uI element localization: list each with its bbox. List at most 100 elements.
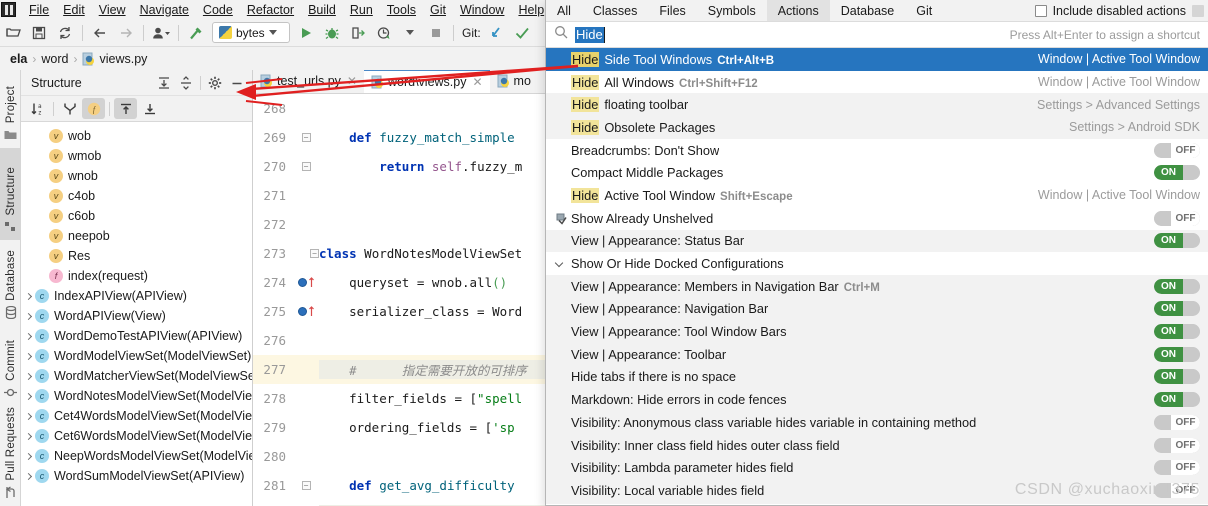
tab-all[interactable]: All <box>546 0 582 21</box>
gutter-marker[interactable]: − <box>293 162 319 171</box>
show-imports-icon[interactable] <box>138 98 161 119</box>
close-icon[interactable]: ✕ <box>472 75 482 89</box>
menu-item-run[interactable]: Run <box>343 3 380 17</box>
tree-item[interactable]: c WordModelViewSet(ModelViewSet) <box>21 346 252 366</box>
profile-icon[interactable] <box>148 21 174 45</box>
tree-item[interactable]: v wmob <box>21 146 252 166</box>
search-input[interactable]: Hide <box>575 26 605 43</box>
tree-item[interactable]: c WordAPIView(View) <box>21 306 252 326</box>
menu-item-build[interactable]: Build <box>301 3 343 17</box>
result-row[interactable]: Hide All Windows Ctrl+Shift+F12 Window |… <box>546 71 1208 94</box>
build-hammer-icon[interactable] <box>183 21 209 45</box>
structure-tree[interactable]: v wob v wmob v wnob v c4ob v c6ob v neepob v Re… <box>21 122 252 506</box>
chevron-right-icon[interactable] <box>21 434 35 439</box>
sort-alphabetically-icon[interactable]: az <box>26 98 49 119</box>
gutter-marker[interactable]: − <box>293 133 319 142</box>
menu-item-git[interactable]: Git <box>423 3 453 17</box>
result-row[interactable]: View | Appearance: Members in Navigation… <box>546 274 1208 298</box>
chevron-right-icon[interactable] <box>21 294 35 299</box>
menu-item-view[interactable]: View <box>92 3 133 17</box>
result-row[interactable]: Visibility: Inner class field hides oute… <box>546 433 1208 457</box>
breakpoint-icon[interactable] <box>298 307 307 316</box>
search-everywhere-search-row[interactable]: Hide Press Alt+Enter to assign a shortcu… <box>546 22 1208 48</box>
tree-item[interactable]: v c4ob <box>21 186 252 206</box>
search-results-list[interactable]: Hide Side Tool Windows Ctrl+Alt+B Window… <box>546 48 1208 504</box>
commit-checkmark-icon[interactable] <box>509 21 535 45</box>
run-play-icon[interactable] <box>293 21 319 45</box>
toggle-switch[interactable]: ON <box>1154 346 1200 362</box>
chevron-right-icon[interactable] <box>21 374 35 379</box>
show-inherited-icon[interactable] <box>114 98 137 119</box>
toggle-switch[interactable]: ON <box>1154 301 1200 317</box>
open-folder-icon[interactable] <box>0 21 26 45</box>
menu-item-navigate[interactable]: Navigate <box>133 3 196 17</box>
menu-item-code[interactable]: Code <box>196 3 240 17</box>
save-icon[interactable] <box>26 21 52 45</box>
tree-item[interactable]: v neepob <box>21 226 252 246</box>
editor-tab-mo[interactable]: mo <box>490 70 538 93</box>
tree-item[interactable]: c IndexAPIView(APIView) <box>21 286 252 306</box>
result-row[interactable]: Breadcrumbs: Don't Show OFF <box>546 139 1208 162</box>
gutter-marker[interactable]: − <box>293 481 319 490</box>
chevron-right-icon[interactable] <box>21 454 35 459</box>
coverage-dropdown-icon[interactable] <box>397 21 423 45</box>
editor-tab-word-views[interactable]: word\views.py ✕ <box>363 70 490 93</box>
sidebar-item-database[interactable]: Database <box>0 240 21 326</box>
result-row[interactable]: View | Appearance: Status Bar ON <box>546 229 1208 253</box>
toggle-switch[interactable]: OFF <box>1154 414 1200 430</box>
fold-icon[interactable]: − <box>301 133 311 142</box>
gutter-marker[interactable] <box>293 277 319 288</box>
chevron-right-icon[interactable] <box>21 474 35 479</box>
gear-icon[interactable] <box>204 72 226 94</box>
toggle-switch[interactable]: ON <box>1154 278 1200 294</box>
breakpoint-icon[interactable] <box>298 278 307 287</box>
tree-item[interactable]: c WordDemoTestAPIView(APIView) <box>21 326 252 346</box>
include-disabled-actions-checkbox[interactable] <box>1034 4 1047 17</box>
result-row[interactable]: Hide tabs if there is no space ON <box>546 365 1208 389</box>
toggle-switch[interactable]: ON <box>1154 165 1200 181</box>
result-row[interactable]: Visibility: Anonymous class variable hid… <box>546 411 1208 434</box>
tree-item[interactable]: c WordSumModelViewSet(APIView) <box>21 466 252 486</box>
tree-item[interactable]: c WordMatcherViewSet(ModelViewSet) <box>21 366 252 386</box>
toggle-switch[interactable]: ON <box>1154 392 1200 408</box>
show-fields-icon[interactable]: f <box>82 98 105 119</box>
chevron-right-icon[interactable] <box>21 354 35 359</box>
fold-icon[interactable]: − <box>301 481 311 490</box>
tree-item[interactable]: f index(request) <box>21 266 252 286</box>
sidebar-item-commit[interactable]: Commit <box>0 326 21 406</box>
tab-git[interactable]: Git <box>905 0 943 21</box>
minimize-icon[interactable] <box>226 72 248 94</box>
result-row[interactable]: View | Appearance: Tool Window Bars ON <box>546 320 1208 343</box>
result-row[interactable]: Hide floating toolbar Settings > Advance… <box>546 93 1208 117</box>
result-row[interactable]: Hide Side Tool Windows Ctrl+Alt+B Window… <box>546 48 1208 71</box>
result-row[interactable]: Show Already Unshelved OFF <box>546 207 1208 230</box>
fold-icon[interactable]: − <box>310 249 319 258</box>
result-row[interactable]: Hide Active Tool Window Shift+Escape Win… <box>546 184 1208 207</box>
result-row[interactable]: Hide Obsolete Packages Settings > Androi… <box>546 116 1208 139</box>
result-row[interactable]: Markdown: Hide errors in code fences ON <box>546 388 1208 411</box>
update-project-icon[interactable] <box>483 21 509 45</box>
toggle-switch[interactable]: ON <box>1154 324 1200 340</box>
breadcrumb-item-2[interactable]: views.py <box>82 52 147 66</box>
tab-database[interactable]: Database <box>830 0 906 21</box>
toggle-switch[interactable]: ON <box>1154 369 1200 385</box>
expand-all-icon[interactable] <box>153 72 175 94</box>
close-icon[interactable]: ✕ <box>347 74 357 88</box>
toggle-switch[interactable]: OFF <box>1154 460 1200 476</box>
tree-item[interactable]: c Cet4WordsModelViewSet(ModelViewSet) <box>21 406 252 426</box>
tree-item[interactable]: c NeepWordsModelViewSet(ModelViewSet) <box>21 446 252 466</box>
toggle-switch[interactable]: OFF <box>1154 142 1200 158</box>
toggle-switch[interactable]: OFF <box>1154 210 1200 226</box>
menu-item-tools[interactable]: Tools <box>380 3 423 17</box>
chevron-right-icon[interactable] <box>21 334 35 339</box>
debug-bug-icon[interactable] <box>319 21 345 45</box>
run-with-coverage-icon[interactable] <box>371 21 397 45</box>
result-row[interactable]: Compact Middle Packages ON <box>546 161 1208 184</box>
tab-files[interactable]: Files <box>648 0 696 21</box>
chevron-right-icon[interactable] <box>21 314 35 319</box>
stop-square-icon[interactable] <box>423 21 449 45</box>
run-configuration-selector[interactable]: bytes <box>212 22 290 43</box>
sync-refresh-icon[interactable] <box>52 21 78 45</box>
tree-item[interactable]: c WordNotesModelViewSet(ModelViewSet) <box>21 386 252 406</box>
tree-item[interactable]: v c6ob <box>21 206 252 226</box>
